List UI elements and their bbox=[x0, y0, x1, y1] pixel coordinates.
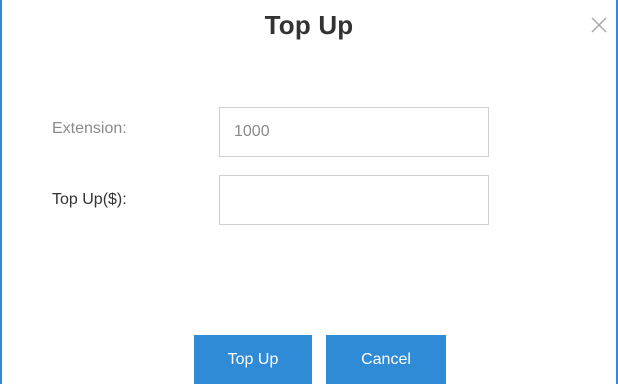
cancel-button[interactable]: Cancel bbox=[326, 335, 446, 384]
top-up-amount-label: Top Up($): bbox=[52, 191, 127, 208]
extension-label: Extension: bbox=[52, 120, 127, 137]
close-icon[interactable] bbox=[590, 16, 608, 34]
top-up-button[interactable]: Top Up bbox=[194, 335, 312, 384]
top-up-dialog: Top Up Extension: Top Up($): Top Up Canc… bbox=[0, 0, 618, 384]
dialog-title: Top Up bbox=[264, 10, 354, 40]
top-up-amount-input[interactable] bbox=[219, 175, 489, 225]
extension-field bbox=[219, 107, 489, 157]
